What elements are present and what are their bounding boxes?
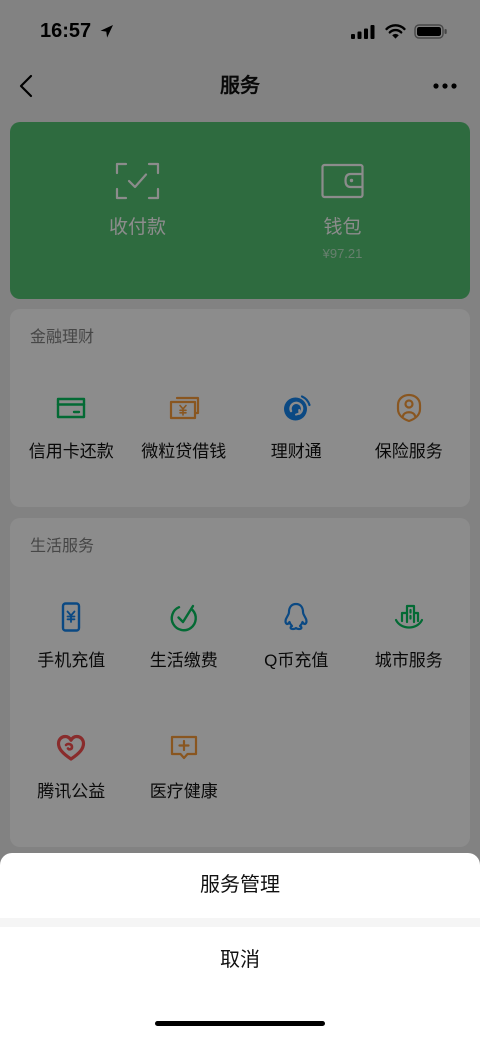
service-management-label: 服务管理 [200,874,280,896]
cancel-button[interactable]: 取消 [0,927,480,994]
action-sheet-divider [0,918,480,927]
cancel-label: 取消 [220,949,260,971]
action-sheet: 服务管理 取消 [0,853,480,1039]
home-indicator [155,1021,325,1026]
service-management-button[interactable]: 服务管理 [0,853,480,918]
